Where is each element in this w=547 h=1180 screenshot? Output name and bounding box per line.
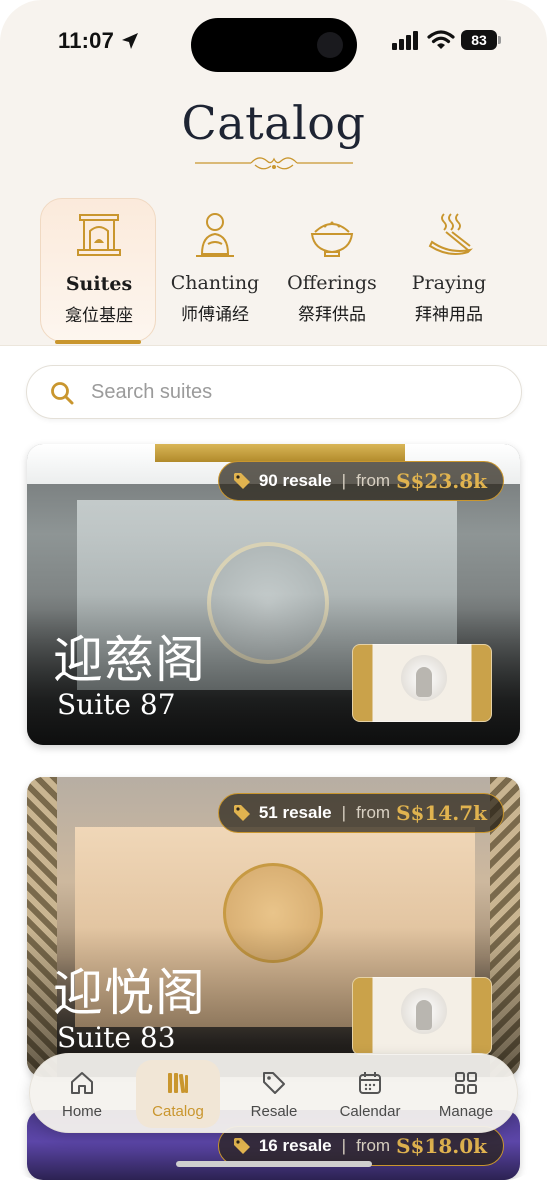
tag-icon	[263, 1072, 285, 1094]
catalog-icon	[168, 1073, 188, 1094]
calendar-icon	[359, 1072, 381, 1094]
tab-catalog[interactable]: Catalog	[136, 1060, 220, 1128]
suite-card[interactable]: 90 resale | from S$23.8k 迎慈阁 Suite 87	[27, 444, 520, 745]
search-bar[interactable]	[26, 365, 522, 419]
rice-bowl-icon	[310, 221, 354, 257]
category-suites[interactable]: Suites 龛位基座	[40, 198, 156, 342]
tag-icon	[233, 805, 250, 821]
search-input[interactable]	[91, 376, 501, 408]
category-label-zh: 师傅诵经	[181, 305, 249, 325]
tab-label: Calendar	[339, 1103, 401, 1120]
suite-name: 迎慈阁	[53, 631, 206, 689]
category-praying[interactable]: Praying 拜神用品	[391, 198, 507, 342]
suite-thumbnail[interactable]	[352, 644, 492, 722]
wifi-icon	[427, 30, 455, 49]
tag-icon	[233, 1138, 250, 1154]
tab-label: Manage	[438, 1103, 494, 1120]
tab-manage[interactable]: Manage	[424, 1060, 508, 1128]
tag-icon	[233, 473, 250, 489]
home-indicator[interactable]	[176, 1161, 372, 1167]
suite-card[interactable]: 51 resale | from S$14.7k 迎悦阁 Suite 83	[27, 777, 520, 1077]
from-label: from	[356, 471, 391, 490]
suite-number: Suite 83	[57, 1021, 176, 1054]
shrine-icon	[77, 214, 121, 256]
page-title: Catalog	[181, 96, 366, 150]
status-time: 11:07	[58, 28, 115, 53]
category-tabs: Suites 龛位基座 Chanting 师傅诵经 Offerings 祭拜供品…	[0, 198, 547, 346]
dynamic-island	[191, 18, 357, 72]
suite-thumbnail[interactable]	[352, 977, 492, 1055]
status-bar: 11:07 83	[0, 0, 547, 80]
resale-count: 16 resale	[258, 1136, 332, 1155]
tab-label: Home	[61, 1103, 102, 1120]
category-label-zh: 祭拜供品	[298, 305, 366, 325]
price: S$14.7k	[396, 801, 487, 825]
resale-count: 51 resale	[258, 803, 332, 822]
battery-level: 83	[461, 30, 497, 50]
tab-calendar[interactable]: Calendar	[328, 1060, 412, 1128]
camera-icon	[317, 32, 343, 58]
search-icon	[51, 382, 74, 405]
from-label: from	[356, 803, 391, 822]
tab-resale[interactable]: Resale	[232, 1060, 316, 1128]
category-label-en: Praying	[411, 272, 487, 294]
home-icon	[71, 1072, 93, 1094]
category-label-en: Offerings	[287, 272, 377, 294]
category-chanting[interactable]: Chanting 师傅诵经	[157, 198, 273, 342]
ornament-divider-icon	[195, 157, 353, 170]
location-arrow-icon	[122, 33, 138, 49]
category-offerings[interactable]: Offerings 祭拜供品	[274, 198, 390, 342]
from-label: from	[356, 1136, 391, 1155]
active-category-indicator	[55, 340, 141, 344]
price: S$18.0k	[396, 1134, 487, 1158]
category-label-zh: 拜神用品	[415, 305, 483, 325]
monk-icon	[196, 213, 234, 257]
cellular-signal-icon	[392, 31, 418, 50]
bottom-tab-bar: Home Catalog Resale Calendar Manage	[29, 1053, 518, 1133]
resale-count: 90 resale	[258, 471, 332, 490]
price: S$23.8k	[396, 469, 487, 493]
tab-label: Catalog	[152, 1103, 204, 1120]
battery-icon: 83	[461, 30, 501, 50]
grid-icon	[455, 1072, 477, 1094]
category-label-en: Chanting	[170, 272, 260, 294]
header: 11:07 83 Catalog Suites 龛位基座 Chanting 师傅…	[0, 0, 547, 346]
suite-number: Suite 87	[57, 688, 176, 721]
tab-label: Resale	[250, 1103, 298, 1120]
resale-badge: 90 resale | from S$23.8k	[217, 461, 504, 501]
tab-home[interactable]: Home	[40, 1060, 124, 1128]
resale-badge: 51 resale | from S$14.7k	[217, 793, 504, 833]
phone-screen: 11:07 83 Catalog Suites 龛位基座 Chanting 师傅…	[0, 0, 547, 1180]
suite-name: 迎悦阁	[53, 964, 206, 1022]
incense-icon	[428, 213, 474, 255]
